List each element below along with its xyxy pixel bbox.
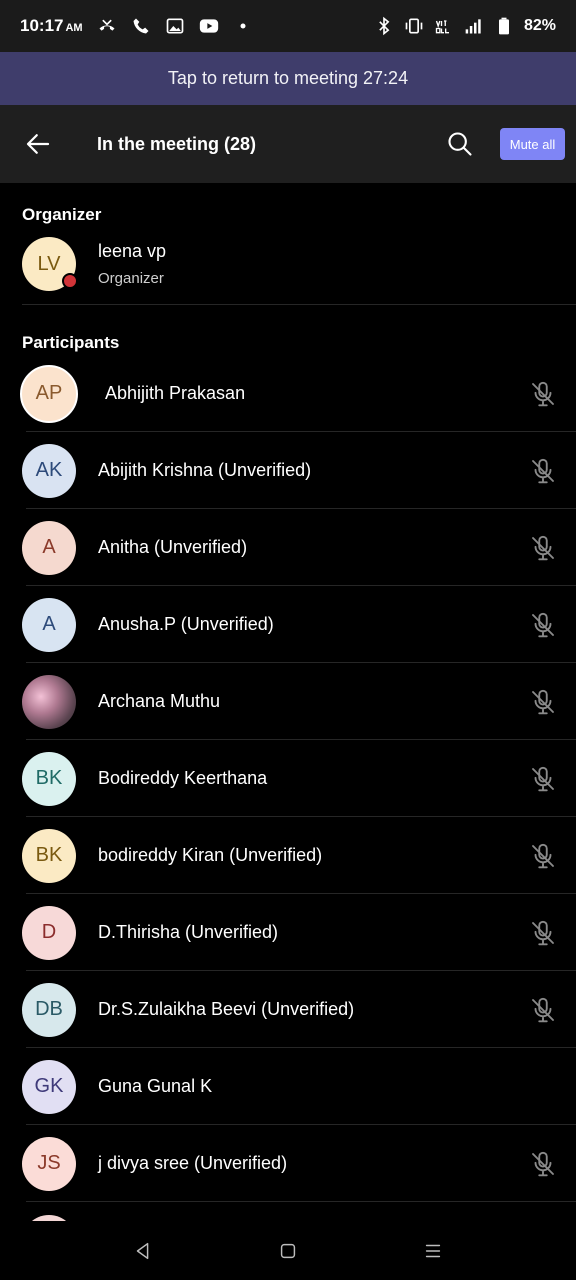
recents-nav-icon [426, 1244, 441, 1257]
participant-row[interactable]: BK bodireddy Kiran (Unverified) [0, 817, 576, 894]
battery-percentage: 82% [523, 17, 556, 34]
participants-list: AP Abhijith Prakasan AK Abijith Krishna (Un… [0, 355, 576, 1202]
app-header: In the meeting (28) Mute all [0, 105, 576, 183]
search-icon [448, 132, 472, 156]
avatar-initials: GK [34, 1075, 64, 1097]
organizer-name: leena vp [98, 241, 167, 261]
participant-name: bodireddy Kiran (Unverified) [98, 845, 323, 865]
participants-section-title: Participants [22, 333, 120, 352]
participant-name: Guna Gunal K [98, 1076, 213, 1096]
return-to-meeting-text: Tap to return to meeting 27:24 [167, 68, 409, 88]
status-bar: 10:17 AM 82% [0, 0, 576, 52]
participant-list: Organizer LV leena vp Organizer Particip… [0, 183, 576, 1202]
participant-name: Abijith Krishna (Unverified) [98, 460, 312, 480]
battery-icon [494, 16, 514, 36]
dot-icon [233, 16, 253, 36]
avatar: BK [22, 751, 76, 806]
mic-off-icon [528, 841, 558, 871]
avatar: LV [22, 237, 78, 291]
participant-row[interactable]: Archana Muthu [0, 663, 576, 740]
gallery-icon [165, 16, 185, 36]
avatar-initials: D [41, 921, 57, 943]
participant-row[interactable]: AP Abhijith Prakasan [0, 355, 576, 432]
participant-name: Dr.S.Zulaikha Beevi (Unverified) [98, 999, 355, 1019]
signal-icon [464, 16, 484, 36]
mic-off-icon [528, 379, 558, 409]
status-time: 10:17 AM [20, 16, 83, 36]
avatar-initials: AK [35, 459, 63, 481]
avatar-initials: BK [35, 767, 63, 789]
participant-name: j divya sree (Unverified) [98, 1153, 288, 1173]
back-button[interactable] [0, 105, 76, 183]
mic-off-icon [528, 918, 558, 948]
participant-row[interactable]: JS j divya sree (Unverified) [0, 1125, 576, 1202]
youtube-icon [199, 16, 219, 36]
mic-off-icon [528, 995, 558, 1025]
participant-row[interactable]: DB Dr.S.Zulaikha Beevi (Unverified) [0, 971, 576, 1048]
status-right: 82% [374, 16, 556, 36]
vibrate-icon [404, 16, 424, 36]
mic-off-icon [528, 456, 558, 486]
avatar: A [22, 520, 76, 575]
avatar: JS [22, 1136, 76, 1191]
participant-name: Archana Muthu [98, 691, 221, 711]
recents-nav-button[interactable] [413, 1231, 453, 1271]
participant-row[interactable]: AK Abijith Krishna (Unverified) [0, 432, 576, 509]
participant-row[interactable]: GK Guna Gunal K [0, 1048, 576, 1125]
avatar-initials: A [42, 613, 56, 635]
home-nav-icon [280, 1243, 296, 1258]
avatar-initials: AP [35, 382, 63, 404]
mic-off-icon [528, 610, 558, 640]
avatar-initials: JS [37, 1152, 61, 1174]
volte-icon [434, 16, 454, 36]
back-nav-icon [136, 1242, 148, 1259]
avatar: DB [22, 982, 76, 1037]
participant-name: Anitha (Unverified) [98, 537, 248, 557]
avatar-initials: A [42, 536, 56, 558]
mic-off-icon [528, 533, 558, 563]
organizer-role: Organizer [98, 270, 164, 287]
page-title: In the meeting (28) [97, 133, 257, 154]
return-to-meeting-banner[interactable]: Tap to return to meeting 27:24 [0, 52, 576, 105]
status-left: 10:17 AM [20, 16, 253, 36]
avatar-initials: LV [37, 252, 61, 275]
avatar-initials: BK [35, 844, 63, 866]
system-nav-bar [0, 1221, 576, 1280]
avatar: BK [22, 828, 76, 883]
presence-busy-icon [62, 273, 78, 289]
participant-row[interactable]: A Anusha.P (Unverified) [0, 586, 576, 663]
missed-call-icon [97, 16, 117, 36]
participant-name: D.Thirisha (Unverified) [98, 922, 279, 942]
avatar-initials: DB [35, 998, 63, 1020]
participant-row[interactable]: BK Bodireddy Keerthana [0, 740, 576, 817]
bluetooth-icon [374, 16, 394, 36]
status-time-ampm: AM [65, 22, 83, 34]
mic-off-icon [528, 1149, 558, 1179]
mic-off-icon [528, 687, 558, 717]
participant-row[interactable]: D D.Thirisha (Unverified) [0, 894, 576, 971]
phone-icon [131, 16, 151, 36]
participant-name: Bodireddy Keerthana [98, 768, 268, 788]
back-nav-button[interactable] [123, 1231, 163, 1271]
avatar: GK [22, 1059, 76, 1114]
avatar: D [22, 905, 76, 960]
avatar: AK [22, 443, 76, 498]
organizer-row[interactable]: LV leena vp Organizer [0, 223, 576, 305]
back-arrow-icon [26, 134, 50, 154]
mic-off-icon [528, 764, 558, 794]
participant-row[interactable]: A Anitha (Unverified) [0, 509, 576, 586]
organizer-info: leena vp Organizer [98, 241, 166, 287]
organizer-section-title: Organizer [22, 205, 102, 224]
participant-name: Anusha.P (Unverified) [98, 614, 274, 634]
mute-all-button[interactable]: Mute all [500, 128, 565, 160]
avatar-photo [22, 674, 76, 729]
search-button[interactable] [440, 124, 480, 164]
home-nav-button[interactable] [268, 1231, 308, 1271]
avatar: A [22, 597, 76, 652]
avatar: AP [20, 364, 78, 423]
status-time-value: 10:17 [20, 16, 64, 35]
participant-name: Abhijith Prakasan [105, 383, 246, 403]
